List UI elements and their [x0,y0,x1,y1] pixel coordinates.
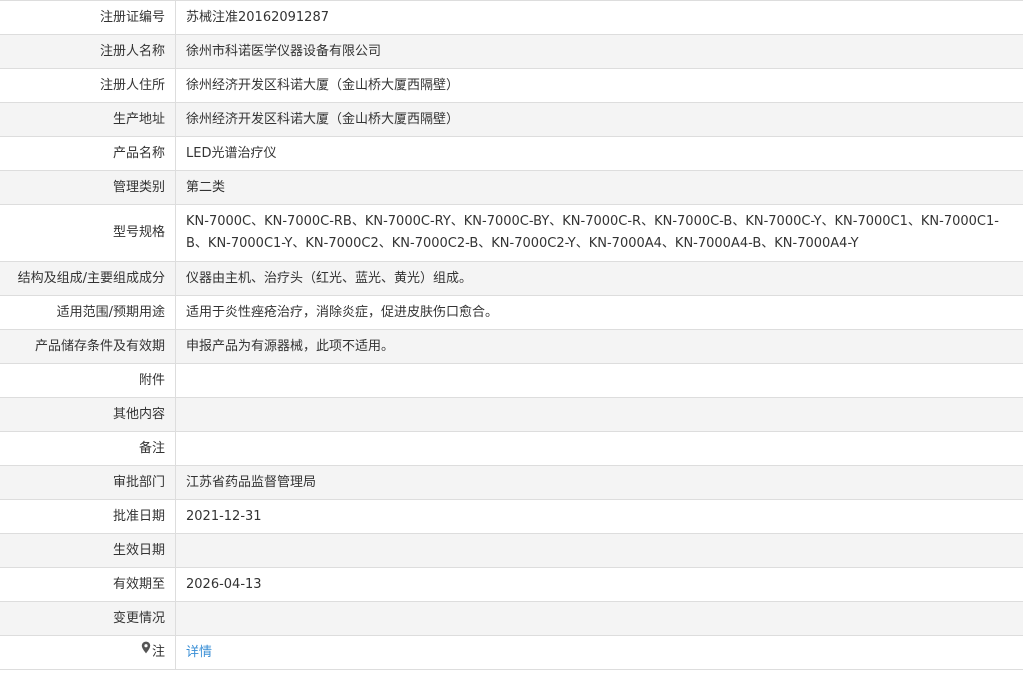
row-approval-date: 批准日期 2021-12-31 [0,499,1023,534]
label-approval-department: 审批部门 [0,465,176,500]
label-valid-until: 有效期至 [0,567,176,602]
label-registration-number: 注册证编号 [0,0,176,35]
device-registration-table: 注册证编号 苏械注准20162091287 注册人名称 徐州市科诺医学仪器设备有… [0,0,1023,670]
label-attachment: 附件 [0,363,176,398]
row-storage-validity: 产品储存条件及有效期 申报产品为有源器械，此项不适用。 [0,329,1023,364]
label-approval-date: 批准日期 [0,499,176,534]
label-management-category: 管理类别 [0,170,176,205]
row-model-spec: 型号规格 KN-7000C、KN-7000C-RB、KN-7000C-RY、KN… [0,204,1023,262]
value-registration-number: 苏械注准20162091287 [175,0,1023,35]
label-remarks: 备注 [0,431,176,466]
value-approval-date: 2021-12-31 [175,499,1023,534]
value-registrant-address: 徐州经济开发区科诺大厦（金山桥大厦西隔壁） [175,68,1023,103]
label-other-content: 其他内容 [0,397,176,432]
value-intended-use: 适用于炎性痤疮治疗，消除炎症，促进皮肤伤口愈合。 [175,295,1023,330]
label-registrant-address: 注册人住所 [0,68,176,103]
row-valid-until: 有效期至 2026-04-13 [0,567,1023,602]
label-note: 注 [0,635,176,670]
row-intended-use: 适用范围/预期用途 适用于炎性痤疮治疗，消除炎症，促进皮肤伤口愈合。 [0,295,1023,330]
label-production-address: 生产地址 [0,102,176,137]
label-model-spec: 型号规格 [0,204,176,262]
row-registration-number: 注册证编号 苏械注准20162091287 [0,0,1023,35]
label-product-name: 产品名称 [0,136,176,171]
row-registrant-name: 注册人名称 徐州市科诺医学仪器设备有限公司 [0,34,1023,69]
row-effective-date: 生效日期 [0,533,1023,568]
value-storage-validity: 申报产品为有源器械，此项不适用。 [175,329,1023,364]
value-model-spec: KN-7000C、KN-7000C-RB、KN-7000C-RY、KN-7000… [175,204,1023,262]
row-change-status: 变更情况 [0,601,1023,636]
note-label: 注 [151,644,165,660]
value-valid-until: 2026-04-13 [175,567,1023,602]
label-change-status: 变更情况 [0,601,176,636]
value-change-status [175,601,1023,636]
row-attachment: 附件 [0,363,1023,398]
value-note: 详情 [175,635,1023,670]
row-note: 注 详情 [0,635,1023,670]
value-effective-date [175,533,1023,568]
label-registrant-name: 注册人名称 [0,34,176,69]
row-other-content: 其他内容 [0,397,1023,432]
details-link[interactable]: 详情 [186,645,212,660]
row-approval-department: 审批部门 江苏省药品监督管理局 [0,465,1023,500]
row-structure-composition: 结构及组成/主要组成成分 仪器由主机、治疗头（红光、蓝光、黄光）组成。 [0,261,1023,296]
label-effective-date: 生效日期 [0,533,176,568]
row-registrant-address: 注册人住所 徐州经济开发区科诺大厦（金山桥大厦西隔壁） [0,68,1023,103]
value-attachment [175,363,1023,398]
row-management-category: 管理类别 第二类 [0,170,1023,205]
label-storage-validity: 产品储存条件及有效期 [0,329,176,364]
value-remarks [175,431,1023,466]
location-pin-icon [141,640,151,662]
row-remarks: 备注 [0,431,1023,466]
row-production-address: 生产地址 徐州经济开发区科诺大厦（金山桥大厦西隔壁） [0,102,1023,137]
value-approval-department: 江苏省药品监督管理局 [175,465,1023,500]
label-structure-composition: 结构及组成/主要组成成分 [0,261,176,296]
value-structure-composition: 仪器由主机、治疗头（红光、蓝光、黄光）组成。 [175,261,1023,296]
label-intended-use: 适用范围/预期用途 [0,295,176,330]
value-production-address: 徐州经济开发区科诺大厦（金山桥大厦西隔壁） [175,102,1023,137]
value-other-content [175,397,1023,432]
value-registrant-name: 徐州市科诺医学仪器设备有限公司 [175,34,1023,69]
value-product-name: LED光谱治疗仪 [175,136,1023,171]
value-management-category: 第二类 [175,170,1023,205]
row-product-name: 产品名称 LED光谱治疗仪 [0,136,1023,171]
